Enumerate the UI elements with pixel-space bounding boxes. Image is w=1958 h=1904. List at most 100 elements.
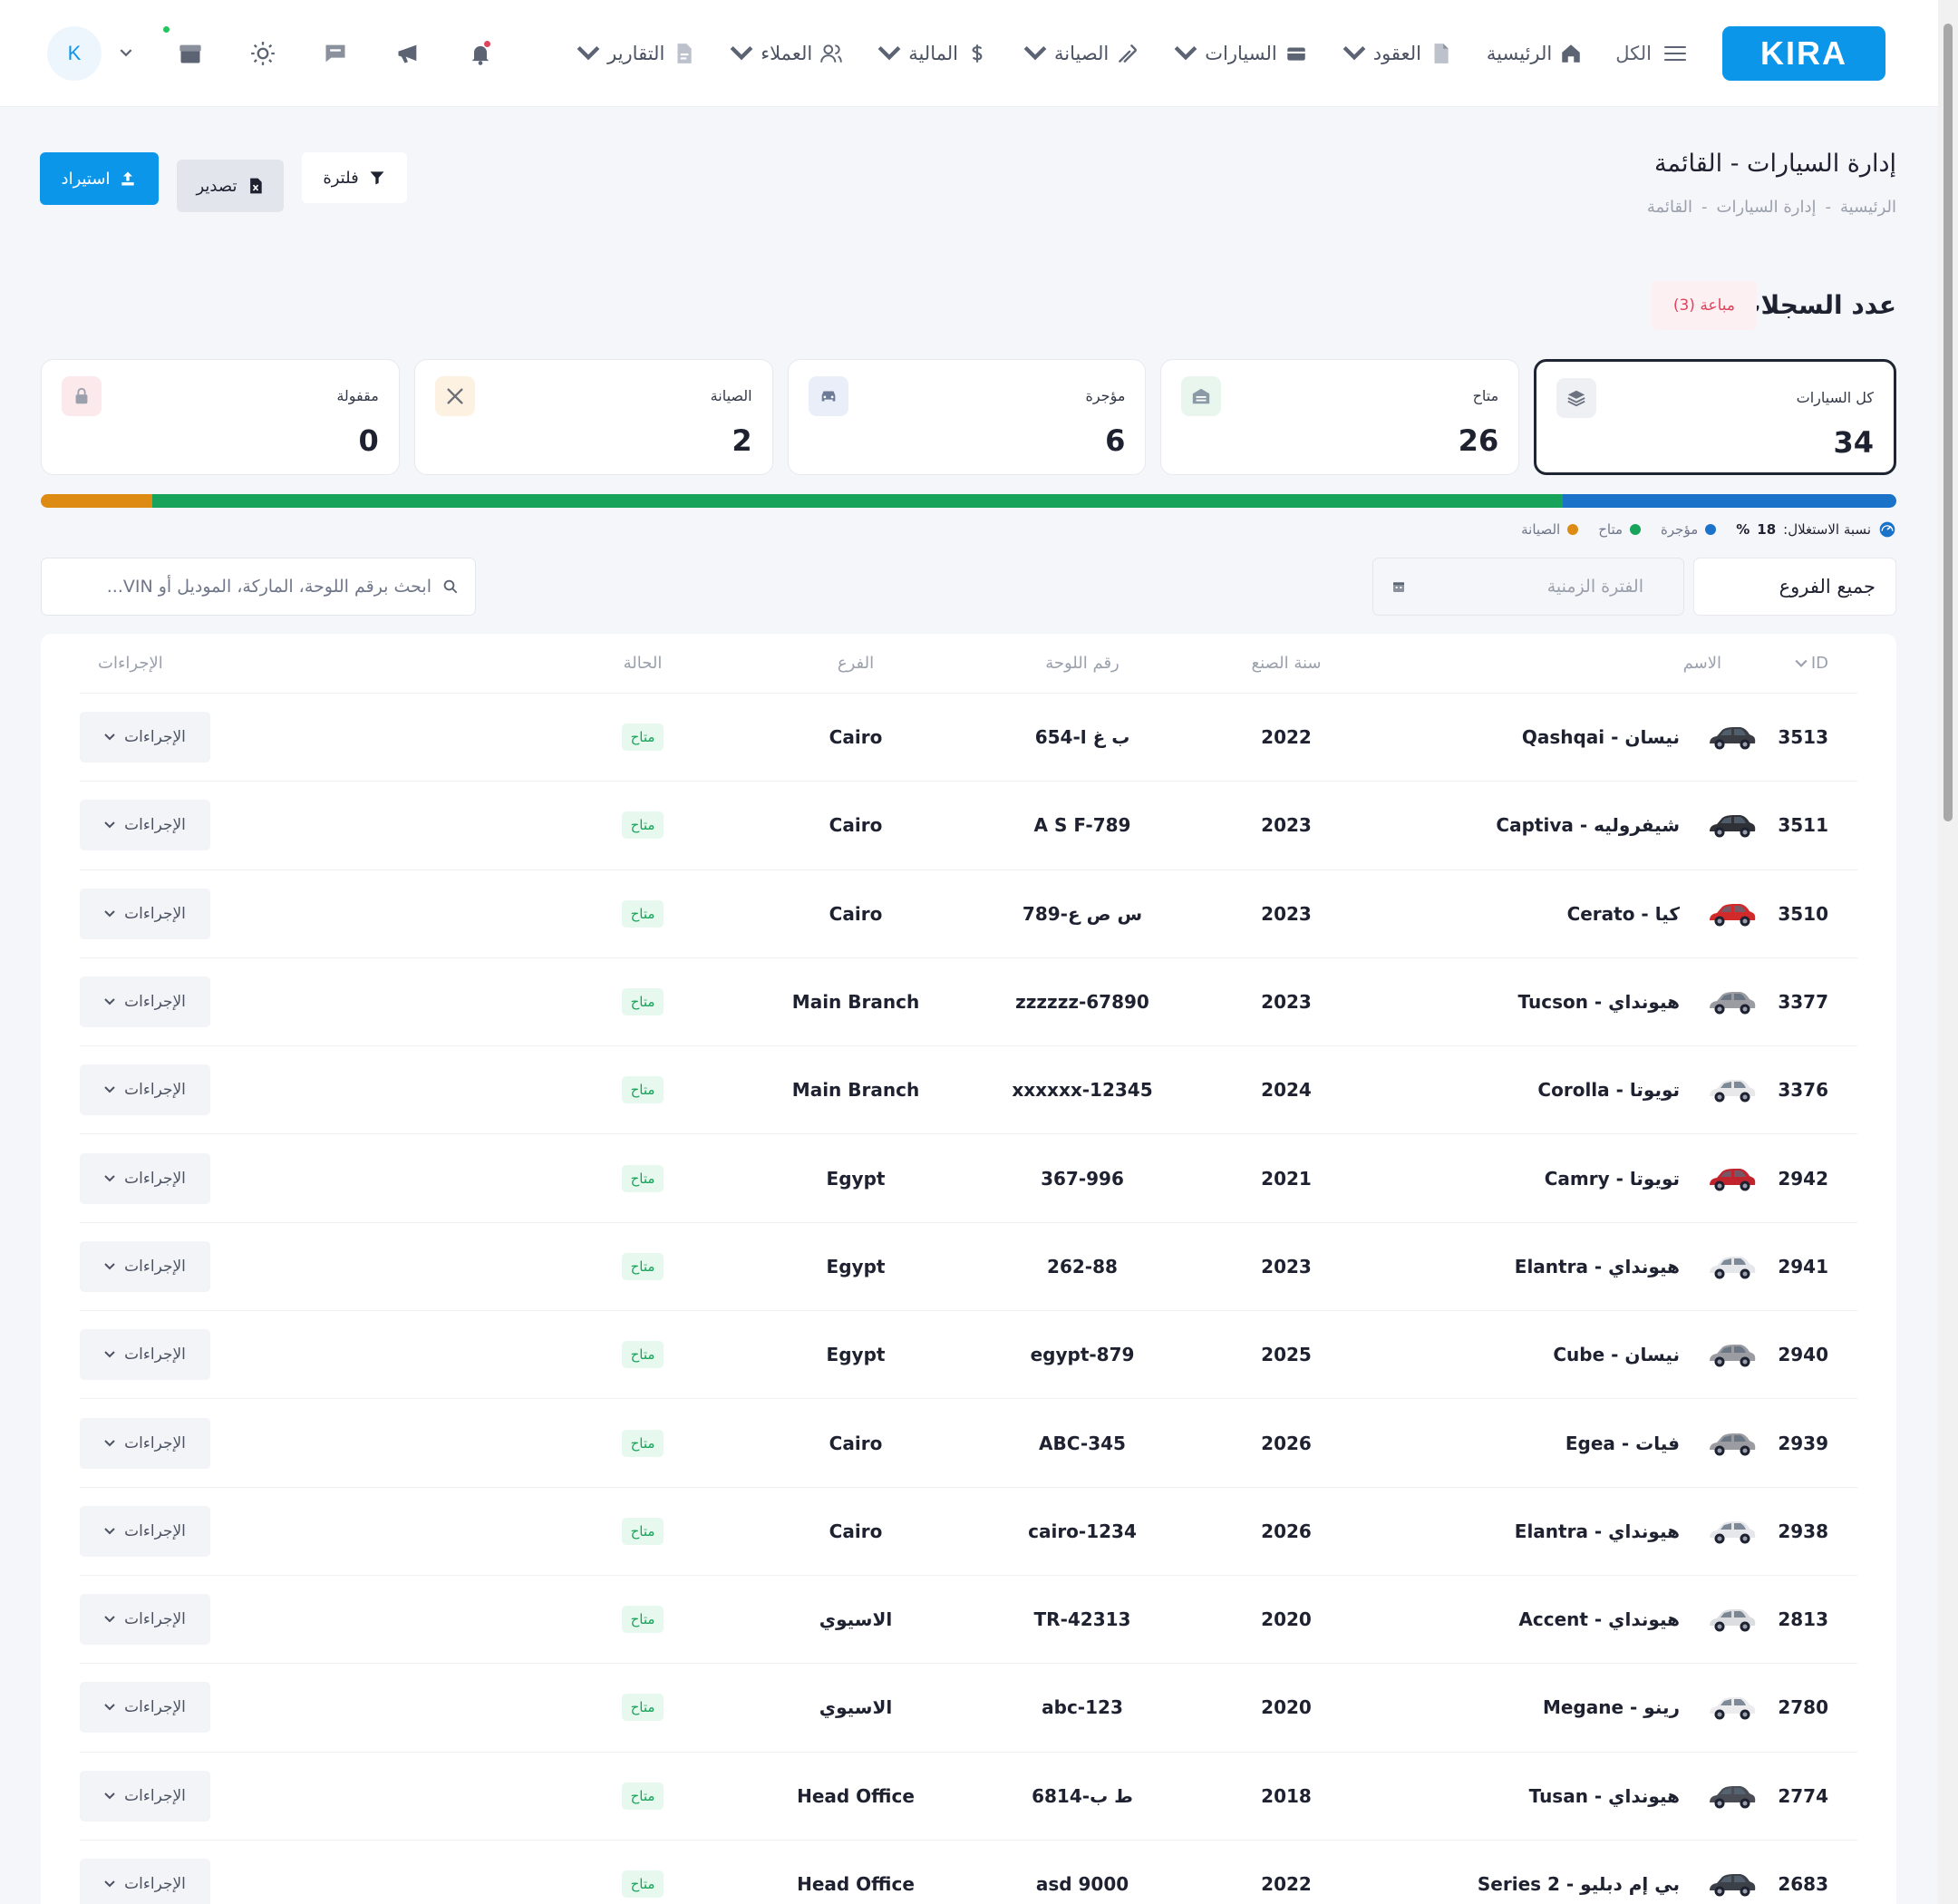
car-name[interactable]: فيات - Egea bbox=[1565, 1433, 1680, 1454]
card-rented[interactable]: مؤجرة 6 bbox=[787, 359, 1147, 475]
car-status-cell: متاح bbox=[543, 724, 742, 752]
user-menu[interactable]: K bbox=[47, 25, 132, 81]
actions-dropdown-button[interactable]: الإجراءات bbox=[80, 976, 210, 1028]
status-badge: متاح bbox=[621, 1076, 664, 1104]
notifications-button[interactable] bbox=[466, 39, 495, 68]
table-row[interactable]: 2942 تويوتا - Camry 2021 367-996 Egypt متاح ال… bbox=[80, 1134, 1857, 1223]
avatar[interactable]: K bbox=[47, 25, 102, 81]
actions-dropdown-button[interactable]: الإجراءات bbox=[80, 712, 210, 763]
car-thumbnail bbox=[1705, 893, 1758, 935]
table-row[interactable]: 2939 فيات - Egea 2026 ABC-345 Cairo متاح الإجر… bbox=[80, 1399, 1857, 1488]
car-name[interactable]: رينو - Megane bbox=[1543, 1696, 1680, 1718]
car-name[interactable]: هيونداي - Elantra bbox=[1515, 1256, 1680, 1277]
car-name[interactable]: بي إم دبليو - Series 2 bbox=[1478, 1873, 1680, 1895]
nav-cars-label: السيارات bbox=[1205, 42, 1277, 64]
car-name[interactable]: شيفروليه - Captiva bbox=[1496, 814, 1680, 836]
table-row[interactable]: 2813 هيونداي - Accent 2020 TR-42313 الاسيوي م… bbox=[80, 1576, 1857, 1665]
nav-maintenance[interactable]: الصيانة bbox=[1023, 42, 1139, 65]
actions-dropdown-button[interactable]: الإجراءات bbox=[80, 1152, 210, 1204]
table-row[interactable]: 2780 رينو - Megane 2020 abc-123 الاسيوي متاح ا… bbox=[80, 1664, 1857, 1753]
card-label: كل السيارات bbox=[1796, 389, 1874, 406]
branch-select[interactable]: جميع الفروع bbox=[1693, 558, 1896, 616]
car-name-cell: نيسان - Cube bbox=[1377, 1334, 1758, 1375]
table-row[interactable]: 2938 هيونداي - Elantra 2026 cairo-1234 Cairo… bbox=[80, 1488, 1857, 1576]
actions-label: الإجراءات bbox=[124, 1698, 186, 1717]
car-plate: abc-123 bbox=[1042, 1696, 1123, 1719]
scrollbar-thumb[interactable] bbox=[1943, 24, 1953, 821]
messages-button[interactable] bbox=[321, 39, 350, 68]
col-id-header[interactable]: ID bbox=[1758, 654, 1857, 673]
kira-logo[interactable]: KIRA bbox=[1722, 25, 1885, 81]
car-name-cell: هيونداي - Tucson bbox=[1377, 981, 1758, 1023]
nav-finance[interactable]: المالية bbox=[877, 42, 989, 65]
nav-customers[interactable]: العملاء bbox=[730, 42, 843, 65]
breadcrumb-cars[interactable]: إدارة السيارات bbox=[1717, 198, 1817, 217]
car-thumbnail bbox=[1705, 1863, 1758, 1904]
car-name[interactable]: تويوتا - Camry bbox=[1545, 1168, 1680, 1190]
apps-button[interactable] bbox=[163, 25, 205, 68]
actions-dropdown-button[interactable]: الإجراءات bbox=[80, 1682, 210, 1734]
menu-all-toggle[interactable]: الكل bbox=[1615, 43, 1686, 64]
car-name[interactable]: هيونداي - Elantra bbox=[1515, 1520, 1680, 1542]
table-row[interactable]: 2774 هيونداي - Tusan 2018 ط ب-6814 Head Offi… bbox=[80, 1753, 1857, 1841]
nav-reports[interactable]: التقارير bbox=[577, 42, 695, 65]
car-name[interactable]: نيسان - Qashqai bbox=[1522, 726, 1680, 748]
car-year: 2022 bbox=[1261, 1873, 1312, 1895]
col-branch-header[interactable]: الفرع bbox=[742, 654, 969, 673]
actions-dropdown-button[interactable]: الإجراءات bbox=[80, 1770, 210, 1821]
card-available[interactable]: متاح 26 bbox=[1160, 359, 1520, 475]
chevron-down-icon bbox=[104, 1528, 115, 1535]
actions-dropdown-button[interactable]: الإجراءات bbox=[80, 1594, 210, 1646]
legend-swatch bbox=[1567, 524, 1579, 535]
actions-dropdown-button[interactable]: الإجراءات bbox=[80, 1240, 210, 1292]
col-plate-header[interactable]: رقم اللوحة bbox=[969, 654, 1196, 673]
search-input[interactable]: ابحث برقم اللوحة، الماركة، الموديل أو VI… bbox=[41, 558, 476, 616]
car-year: 2023 bbox=[1261, 902, 1312, 925]
table-row[interactable]: 3510 كيا - Cerato 2023 س ص ع-789 Cairo متاح ال… bbox=[80, 870, 1857, 958]
import-button[interactable]: استيراد bbox=[40, 152, 159, 205]
nav-contracts[interactable]: العقود bbox=[1342, 42, 1452, 65]
car-name[interactable]: كيا - Cerato bbox=[1567, 903, 1680, 925]
table-row[interactable]: 3511 شيفروليه - Captiva 2023 A S F-789 Cairo… bbox=[80, 782, 1857, 870]
tools-icon bbox=[434, 376, 475, 416]
actions-label: الإجراءات bbox=[124, 1345, 186, 1365]
announcements-button[interactable] bbox=[393, 39, 422, 68]
table-row[interactable]: 2940 نيسان - Cube 2025 egypt-879 Egypt متاح ال… bbox=[80, 1311, 1857, 1400]
theme-toggle[interactable] bbox=[248, 39, 277, 68]
actions-dropdown-button[interactable]: الإجراءات bbox=[80, 888, 210, 939]
actions-dropdown-button[interactable]: الإجراءات bbox=[80, 1505, 210, 1557]
car-name[interactable]: هيونداي - Tusan bbox=[1529, 1785, 1680, 1807]
table-row[interactable]: 3376 تويوتا - Corolla 2024 xxxxxx-12345 Main… bbox=[80, 1046, 1857, 1135]
actions-dropdown-button[interactable]: الإجراءات bbox=[80, 1859, 210, 1904]
sold-badge[interactable]: مباعة (3) bbox=[1651, 281, 1757, 330]
table-row[interactable]: 3377 هيونداي - Tucson 2023 zzzzzz-67890 Main… bbox=[80, 958, 1857, 1047]
card-maintenance[interactable]: الصيانة 2 bbox=[413, 359, 773, 475]
actions-dropdown-button[interactable]: الإجراءات bbox=[80, 1064, 210, 1116]
car-name[interactable]: هيونداي - Tucson bbox=[1518, 991, 1680, 1013]
car-name[interactable]: نيسان - Cube bbox=[1553, 1344, 1680, 1365]
actions-dropdown-button[interactable]: الإجراءات bbox=[80, 1417, 210, 1469]
col-year-header[interactable]: سنة الصنع bbox=[1196, 654, 1377, 673]
nav-cars[interactable]: السيارات bbox=[1174, 42, 1307, 65]
car-name[interactable]: تويوتا - Corolla bbox=[1537, 1079, 1680, 1101]
table-row[interactable]: 3513 نيسان - Qashqai 2022 ب غ ا-654 Cairo متا… bbox=[80, 694, 1857, 782]
car-image-icon bbox=[1710, 903, 1756, 927]
col-status-header[interactable]: الحالة bbox=[543, 654, 742, 673]
car-branch: Cairo bbox=[829, 902, 883, 925]
col-name-header[interactable]: الاسم bbox=[1377, 654, 1758, 673]
card-label: متاح bbox=[1472, 387, 1499, 404]
period-picker[interactable]: الفترة الزمنية bbox=[1372, 558, 1684, 616]
actions-dropdown-button[interactable]: الإجراءات bbox=[80, 1329, 210, 1381]
breadcrumb-home[interactable]: الرئيسية bbox=[1840, 198, 1896, 217]
export-button[interactable]: تصدير bbox=[177, 160, 284, 212]
car-branch: Head Office bbox=[797, 1873, 915, 1895]
filter-button[interactable]: فلترة bbox=[302, 152, 407, 203]
card-locked[interactable]: مقفولة 0 bbox=[41, 359, 400, 475]
table-row[interactable]: 2683 بي إم دبليو - Series 2 2022 asd 9000 He… bbox=[80, 1841, 1857, 1904]
actions-dropdown-button[interactable]: الإجراءات bbox=[80, 800, 210, 851]
table-row[interactable]: 2941 هيونداي - Elantra 2023 262-88 Egypt متاح… bbox=[80, 1223, 1857, 1312]
page-scrollbar[interactable] bbox=[1938, 0, 1958, 1904]
car-name[interactable]: هيونداي - Accent bbox=[1518, 1608, 1680, 1630]
nav-home[interactable]: الرئيسية bbox=[1487, 42, 1583, 65]
card-all-cars[interactable]: كل السيارات 34 bbox=[1534, 359, 1896, 475]
